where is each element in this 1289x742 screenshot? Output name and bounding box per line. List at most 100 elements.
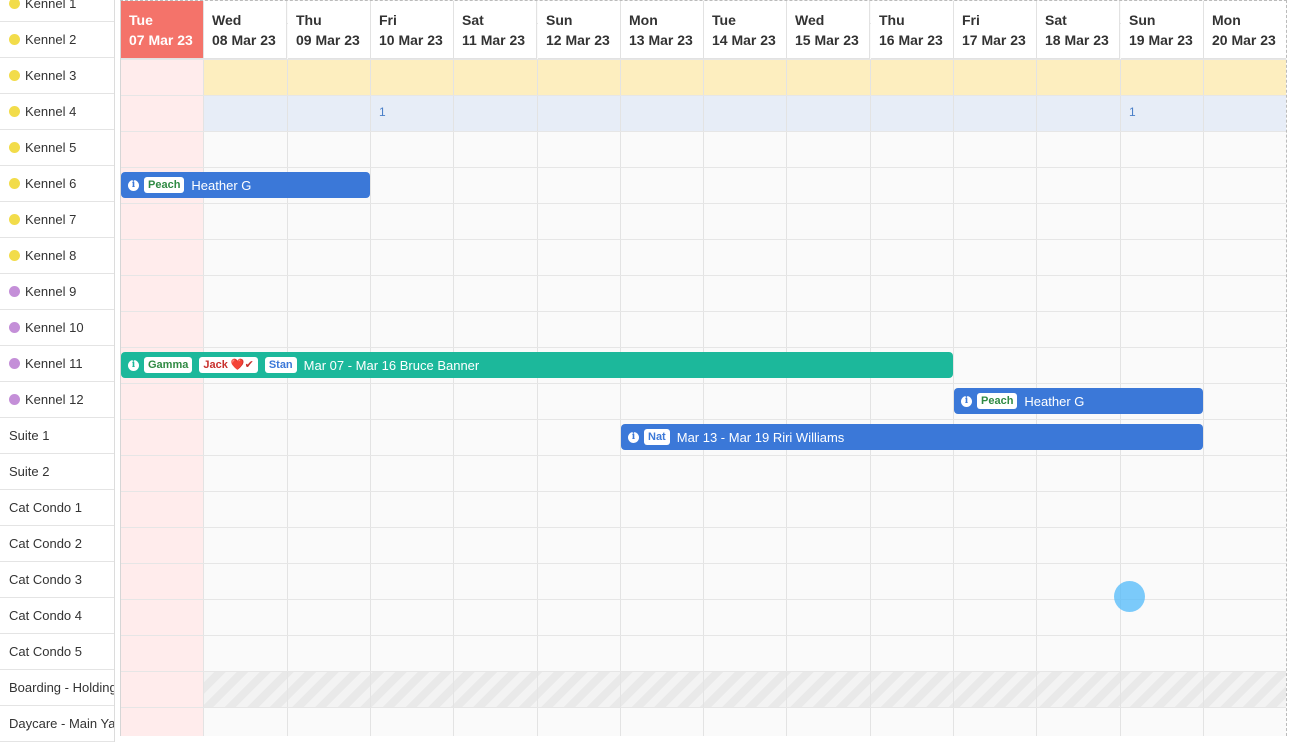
day-date: 09 Mar 23 (296, 32, 360, 48)
day-header[interactable]: Tue 14 Mar 23 (704, 1, 787, 59)
pet-tag: Gamma (144, 357, 193, 373)
resource-color-dot (9, 286, 20, 297)
resource-row-divider (121, 527, 1286, 528)
booking-bar[interactable]: i Nat Mar 13 - Mar 19 Riri Williams (621, 424, 1203, 450)
resource-row[interactable]: Kennel 8 (0, 238, 114, 274)
boarding-holding-row-disabled (204, 671, 1286, 707)
day-header[interactable]: Mon 20 Mar 23 (1204, 1, 1286, 59)
day-name: Tue (712, 12, 736, 28)
day-header[interactable]: Thu 09 Mar 23 (288, 1, 371, 59)
resource-row[interactable]: Cat Condo 2 (0, 526, 114, 562)
resource-color-dot (9, 106, 20, 117)
resource-color-dot (9, 394, 20, 405)
resource-name: Kennel 5 (25, 140, 77, 155)
kennel-4-row-highlight (204, 95, 1286, 131)
resource-color-dot (9, 70, 20, 81)
day-header[interactable]: Sat 11 Mar 23 (454, 1, 537, 59)
day-date: 20 Mar 23 (1212, 32, 1276, 48)
booking-bar[interactable]: i Peach Heather G (121, 172, 370, 198)
resource-color-dot (9, 214, 20, 225)
pet-tag: Peach (977, 393, 1018, 409)
day-name: Mon (629, 12, 658, 28)
resource-row[interactable]: Kennel 2 (0, 22, 114, 58)
resource-name: Suite 1 (9, 428, 50, 443)
resource-row-divider (121, 563, 1286, 564)
day-header[interactable]: Fri 10 Mar 23 (371, 1, 454, 59)
day-header[interactable]: Fri 17 Mar 23 (954, 1, 1037, 59)
resource-row[interactable]: Kennel 10 (0, 310, 114, 346)
resource-row-divider (121, 311, 1286, 312)
resource-row[interactable]: Kennel 12 (0, 382, 114, 418)
resource-name: Kennel 2 (25, 32, 77, 47)
booking-bar[interactable]: i Gamma Jack ❤️✔ Stan Mar 07 - Mar 16 Bruce … (121, 352, 953, 378)
resource-row[interactable]: Cat Condo 4 (0, 598, 114, 634)
resource-row[interactable]: Cat Condo 3 (0, 562, 114, 598)
day-date: 14 Mar 23 (712, 32, 776, 48)
info-icon[interactable]: i (128, 179, 139, 191)
resource-name: Suite 2 (9, 464, 50, 479)
resource-row[interactable]: Kennel 1 (0, 0, 114, 22)
day-date: 11 Mar 23 (462, 32, 526, 48)
day-date: 17 Mar 23 (962, 32, 1026, 48)
day-date: 12 Mar 23 (546, 32, 610, 48)
resource-row[interactable]: Kennel 3 (0, 58, 114, 94)
day-date: 19 Mar 23 (1129, 32, 1193, 48)
resource-row[interactable]: Kennel 6 (0, 166, 114, 202)
booking-label: Heather G (191, 177, 252, 193)
resource-row[interactable]: Suite 2 (0, 454, 114, 490)
day-header[interactable]: Mon 13 Mar 23 (621, 1, 704, 59)
day-header[interactable]: Sun 19 Mar 23 (1121, 1, 1204, 59)
day-header[interactable]: Wed 08 Mar 23 (204, 1, 287, 59)
info-icon[interactable]: i (128, 359, 139, 371)
resource-name: Cat Condo 2 (9, 536, 82, 551)
resource-row[interactable]: Boarding - Holding (0, 670, 114, 706)
resource-row[interactable]: Kennel 11 (0, 346, 114, 382)
resource-name: Kennel 11 (25, 356, 83, 371)
resource-row-divider (121, 671, 1286, 672)
resource-row[interactable]: Daycare - Main Yard (0, 706, 114, 742)
pet-tag: Jack ❤️✔ (199, 357, 258, 373)
day-name: Mon (1212, 12, 1241, 28)
resource-row[interactable]: Suite 1 (0, 418, 114, 454)
day-header[interactable]: Thu 16 Mar 23 (871, 1, 954, 59)
day-date: 16 Mar 23 (879, 32, 943, 48)
day-date: 08 Mar 23 (212, 32, 276, 48)
resource-color-dot (9, 178, 20, 189)
resource-row[interactable]: Kennel 5 (0, 130, 114, 166)
day-header[interactable]: Wed 15 Mar 23 (787, 1, 870, 59)
day-date: 10 Mar 23 (379, 32, 443, 48)
pet-tag: Nat (644, 429, 670, 445)
resource-row-divider (121, 203, 1286, 204)
day-name: Thu (879, 12, 905, 28)
resource-row[interactable]: Kennel 4 (0, 94, 114, 130)
resource-sidebar: Kennel 1 Kennel 2 Kennel 3 Kennel 4 Kennel 5… (0, 0, 115, 742)
resource-name: Kennel 7 (25, 212, 77, 227)
day-name: Sun (546, 12, 573, 28)
resource-name: Kennel 3 (25, 68, 77, 83)
info-icon[interactable]: i (961, 395, 972, 407)
day-name: Tue (129, 12, 153, 28)
day-name: Fri (379, 12, 397, 28)
resource-name: Kennel 12 (25, 392, 84, 407)
resource-row[interactable]: Cat Condo 1 (0, 490, 114, 526)
availability-count: 1 (1129, 105, 1136, 119)
info-icon[interactable]: i (628, 431, 639, 443)
day-name: Fri (962, 12, 980, 28)
resource-row[interactable]: Kennel 9 (0, 274, 114, 310)
resource-color-dot (9, 322, 20, 333)
day-header-today[interactable]: Tue 07 Mar 23 (121, 1, 204, 59)
day-name: Wed (212, 12, 242, 28)
day-name: Sat (462, 12, 484, 28)
kennel-3-row-highlight (204, 59, 1286, 95)
calendar-grid[interactable]: Tue 07 Mar 23 Wed 08 Mar 23 Thu 09 Mar 23 Fri 1… (120, 0, 1287, 736)
booking-bar[interactable]: i Peach Heather G (954, 388, 1203, 414)
resource-name: Cat Condo 5 (9, 644, 82, 659)
day-header[interactable]: Sun 12 Mar 23 (538, 1, 621, 59)
resource-row[interactable]: Kennel 7 (0, 202, 114, 238)
resource-row[interactable]: Cat Condo 5 (0, 634, 114, 670)
resource-color-dot (9, 0, 20, 9)
day-header[interactable]: Sat 18 Mar 23 (1037, 1, 1120, 59)
resource-row-divider (121, 59, 1286, 60)
day-date: 15 Mar 23 (795, 32, 859, 48)
resource-row-divider (121, 635, 1286, 636)
